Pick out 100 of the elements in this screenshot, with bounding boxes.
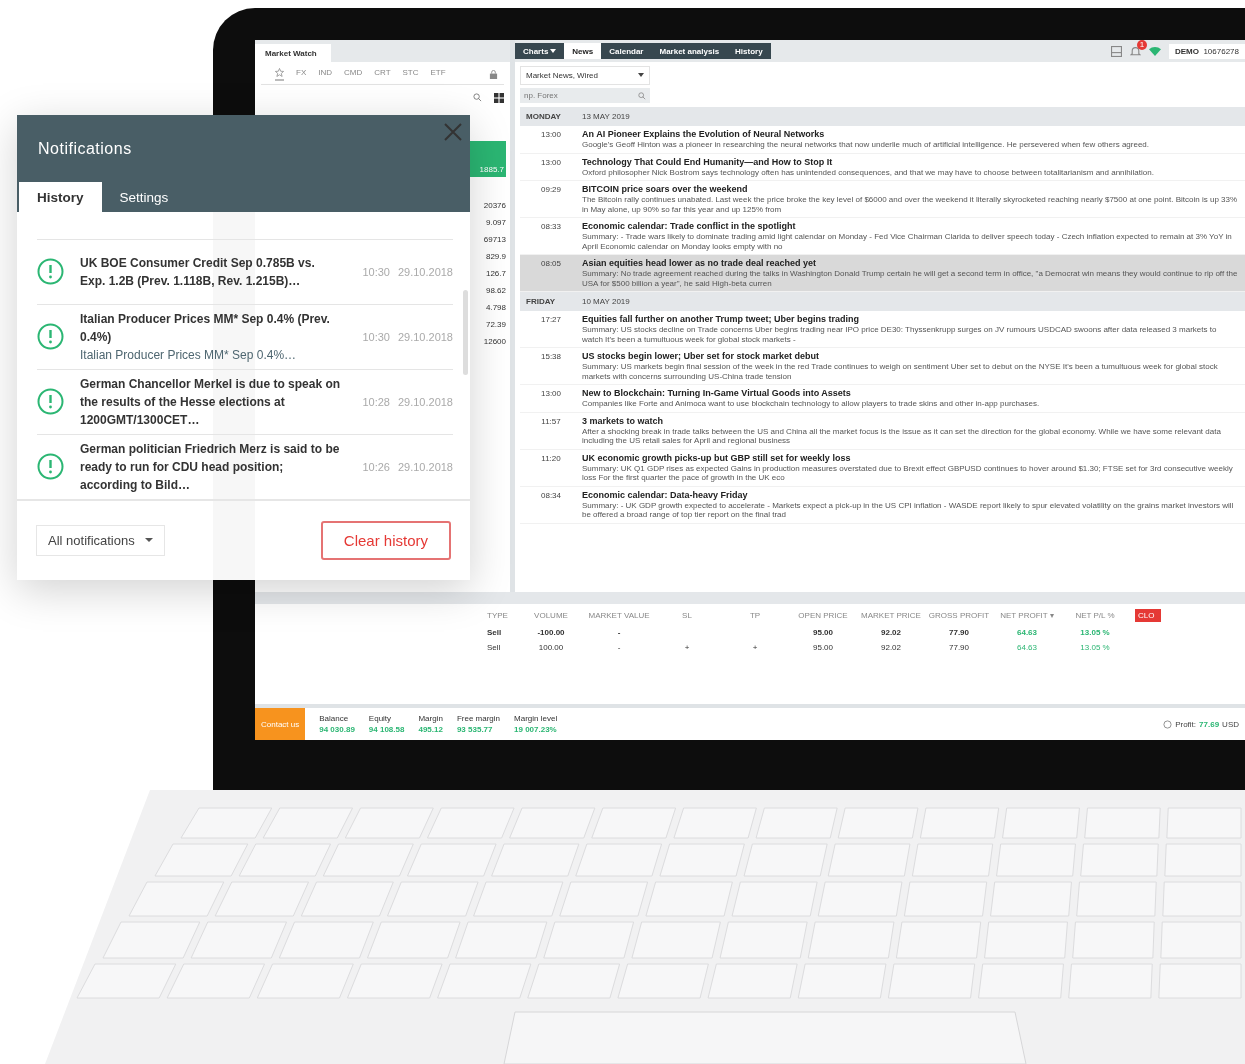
column-header: SL — [681, 611, 693, 620]
caret-icon — [638, 73, 644, 78]
news-summary: Summary: US markets begin final session of the week in the red Trade continues to weigh on sentiment Uber set to debut on the NYSE It's been a tumultuous week for global stock markets with concerns surrounding US-China trade tension — [582, 362, 1219, 381]
caret-icon — [144, 537, 153, 543]
notification-subtext: Italian Producer Prices MM* Sep 0.4%… — [80, 346, 298, 364]
news-title: Equities fall further on another Trump tweet; Uber begins trading — [582, 314, 861, 325]
lock-icon[interactable] — [489, 70, 498, 79]
news-summary: After a shocking break in trade talks between the US and China all the market focus is the issue as it can set the direction for the global economy. While we have some relevant data including the US retail sales for April and regional business — [582, 426, 1222, 446]
source-dropdown[interactable]: Market News, Wired — [520, 66, 650, 85]
news-title: BITCOIN price soars over the weekend — [582, 184, 749, 195]
bell-icon[interactable] — [1129, 45, 1141, 57]
table-cell-text: 100.00 — [537, 643, 565, 652]
news-summary: Summary: - Trade wars likely to dominate trading amid light calendar on Monday - Fed Vice Chairman Clarida to deliver speech today - Czech inflation expected to remain at 3% YoY in April Economic calendar on Monday looks empty with no — [582, 232, 1233, 251]
currency-label: USD — [1222, 719, 1239, 729]
price-value: 69713 — [483, 235, 506, 244]
notification-text: Italian Producer Prices MM* Sep 0.4% (Prev. 0.4%) — [80, 310, 331, 346]
notification-time: 10:28 — [362, 395, 390, 408]
column-header: TP — [748, 611, 762, 620]
stat-value: 93 535.77 — [456, 725, 494, 734]
news-title: Technology That Could End Humanity—and How to Stop It — [582, 156, 834, 168]
alert-icon — [37, 323, 64, 351]
stat-label: Margin level — [514, 714, 558, 723]
profit-value: 77.69 — [1199, 719, 1220, 729]
wifi-icon — [1148, 46, 1161, 56]
column-header: GROSS PROFIT — [927, 611, 991, 620]
stat-value: 94 030.89 — [319, 725, 355, 734]
column-header: MARKET PRICE — [860, 611, 922, 620]
news-title: An AI Pioneer Explains the Evolution of Neural Networks — [582, 129, 826, 140]
stat-label: Equity — [368, 714, 393, 723]
news-summary: Oxford philosopher Nick Bostrom says technology often has unintended consequences, and that we may have to choose between totalitarianism and annihilation. — [582, 167, 1155, 177]
column-header: MARKET VALUE — [587, 611, 651, 620]
column-header: TYPE — [487, 611, 509, 620]
table-cell-text: 92.02 — [880, 628, 902, 637]
scrollbar[interactable] — [463, 289, 468, 375]
notification-tab[interactable]: History — [19, 181, 102, 212]
notification-badge: 1 — [1136, 40, 1147, 50]
category-tab[interactable]: ETF — [430, 68, 446, 81]
stat-value: 19 007.23% — [514, 725, 558, 734]
alert-icon — [37, 388, 64, 416]
category-tab[interactable]: IND — [318, 68, 332, 81]
stat-label: Margin — [418, 714, 443, 723]
news-title: Economic calendar: Trade conflict in the spotlight — [582, 221, 797, 232]
price-value: 126.7 — [485, 269, 506, 278]
search-icon[interactable] — [638, 91, 646, 100]
price-value: 72.39 — [485, 320, 506, 329]
column-header: VOLUME — [533, 611, 569, 620]
panel-title: Notifications — [38, 140, 132, 158]
table-cell-text: 64.63 — [1016, 628, 1038, 637]
table-cell-text: 95.00 — [812, 628, 834, 637]
notification-date: 29.10.2018 — [397, 330, 453, 343]
alert-icon — [37, 453, 64, 481]
news-summary: Summary: US stocks decline on Trade concerns Uber begins trading near IPO price DE30: Thyssenkrupp surges on JV rumours USDCAD swoons after data released 3 markets to watch It's been a tumultuous week for global stock markets - — [582, 325, 1218, 344]
price-value: 829.9 — [485, 252, 506, 261]
notification-tab[interactable]: Settings — [101, 181, 187, 212]
table-cell-text: 92.02 — [880, 643, 902, 652]
news-title: New to Blockchain: Turning In-Game Virtual Goods into Assets — [582, 388, 852, 399]
close-icon[interactable] — [444, 123, 462, 141]
news-summary: Summary: No trade agreement reached during the talks in Washington Donald Trump certain he will get a second term in office, "a Democrat win means they would continue to rip off the USA for $500 billion a year", he said High-beta curren — [582, 269, 1239, 288]
notification-time: 10:26 — [362, 460, 390, 473]
table-cell-text: 13.05 % — [1079, 643, 1111, 652]
category-tab[interactable]: STC — [402, 68, 419, 81]
category-tab[interactable]: FX — [296, 68, 307, 81]
notification-date: 29.10.2018 — [397, 460, 453, 473]
filter-dropdown[interactable]: All notifications — [36, 524, 165, 556]
news-time: 13:00 — [540, 156, 562, 168]
news-time: 15:38 — [540, 351, 562, 362]
grid-icon[interactable] — [494, 93, 504, 103]
news-summary: The Bitcoin rally continues unabated. Last week the price broke the key level of $6000 and over the weekend it literally skyrocketed reaching nearly $7500 at one point. Bitcoin is up 33% in May alone, up 90% so far this year and up 125% from — [582, 195, 1239, 214]
close-button[interactable]: CLO — [1135, 609, 1161, 622]
table-cell-text: Sell — [487, 643, 502, 652]
clear-history-button[interactable]: Clear history — [320, 520, 451, 560]
info-icon — [1163, 719, 1173, 729]
news-summary: Summary: UK Q1 GDP rises as expected Gains in production measures overstated due to Brexit effect GBPUSD continues to hover around $1.30; FTSE set for 3rd consecutive weekly loss For the first quarter the pace of growth in the UK eco — [582, 463, 1234, 483]
notification-time: 10:30 — [362, 265, 390, 278]
search-field[interactable]: np. Forex — [520, 88, 650, 103]
favorites-tab[interactable] — [275, 68, 284, 81]
table-cell-text: + — [751, 643, 759, 652]
table-cell-text: 13.05 % — [1079, 628, 1111, 637]
stat-label: Free margin — [456, 714, 501, 723]
search-icon[interactable] — [473, 93, 482, 102]
panel-tab[interactable]: News — [564, 43, 602, 59]
account-selector[interactable]: DEMO 10676278 — [1168, 43, 1245, 59]
market-watch-tab[interactable]: Market Watch — [255, 44, 331, 62]
alert-icon — [37, 258, 64, 286]
news-time: 11:57 — [540, 415, 562, 427]
table-cell-text: Sell — [487, 628, 503, 637]
notification-text: German Chancellor Merkel is due to speak on the results of the Hesse elections at 1200GMT/1300CET… — [80, 375, 342, 429]
layout-icon[interactable] — [1110, 45, 1122, 57]
news-title: UK economic growth picks-up but GBP still set for weekly loss — [582, 452, 852, 464]
price-value: 12600 — [483, 337, 506, 346]
category-tab[interactable]: CRT — [374, 68, 391, 81]
news-item[interactable] — [520, 255, 1245, 292]
news-time: 13:00 — [540, 129, 562, 140]
column-header: NET P/L % — [1074, 611, 1116, 620]
category-tab[interactable]: CMD — [344, 68, 363, 81]
price-value: 20376 — [483, 201, 506, 210]
table-cell-text: 77.90 — [948, 643, 970, 652]
profit-label: Profit: — [1175, 719, 1197, 729]
price-value: 9.097 — [485, 218, 506, 227]
weekday-label: MONDAY — [525, 112, 562, 121]
